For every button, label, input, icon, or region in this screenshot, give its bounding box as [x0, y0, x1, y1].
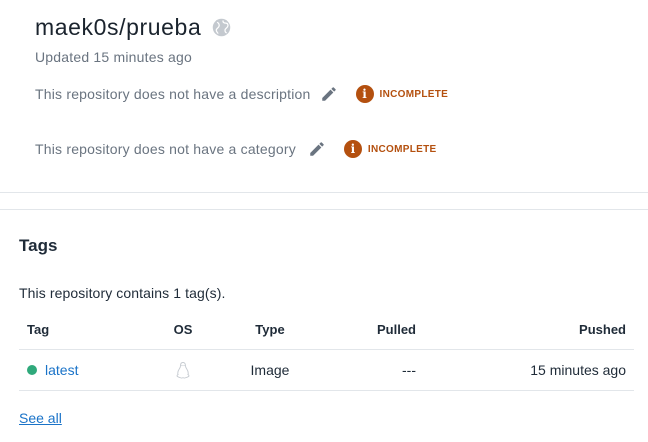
description-label: This repository does not have a descript… [35, 86, 311, 102]
repo-name: maek0s/prueba [35, 14, 202, 40]
column-header-pulled: Pulled [376, 322, 416, 337]
info-icon: i [343, 140, 362, 158]
divider [0, 192, 648, 193]
info-icon: i [355, 85, 374, 103]
type-cell: Image [250, 362, 290, 378]
repo-title: maek0s/prueba [35, 14, 232, 41]
description-status-text: INCOMPLETE [379, 88, 449, 100]
divider [0, 209, 648, 210]
os-cell [165, 350, 201, 390]
category-status-text: INCOMPLETE [367, 143, 437, 155]
globe-icon [213, 18, 231, 37]
tags-summary: This repository contains 1 tag(s). [19, 285, 226, 301]
pulled-cell: --- [402, 362, 416, 378]
see-all-link[interactable]: See all [19, 410, 62, 426]
table-header-row: Tag OS Type Pulled Pushed [19, 310, 634, 350]
table-row: latest Image --- 15 minutes ago [19, 350, 634, 391]
edit-description-icon[interactable] [320, 85, 338, 103]
category-status-badge: i INCOMPLETE [343, 140, 437, 158]
column-header-tag: Tag [27, 322, 50, 337]
linux-icon [176, 362, 190, 379]
column-header-pushed: Pushed [579, 322, 626, 337]
updated-timestamp: Updated 15 minutes ago [35, 49, 192, 65]
tags-table: Tag OS Type Pulled Pushed latest Image -… [19, 310, 634, 391]
description-status-badge: i INCOMPLETE [355, 85, 449, 103]
pushed-cell: 15 minutes ago [530, 362, 626, 378]
tag-cell: latest [27, 350, 78, 390]
description-row: This repository does not have a descript… [35, 85, 448, 103]
column-header-os: OS [173, 322, 193, 337]
category-label: This repository does not have a category [35, 141, 296, 157]
column-header-type: Type [255, 322, 285, 337]
tag-status-dot [27, 365, 37, 375]
edit-category-icon[interactable] [308, 140, 326, 158]
tag-link[interactable]: latest [45, 362, 78, 378]
category-row: This repository does not have a category… [35, 140, 436, 158]
tags-section-title: Tags [19, 236, 58, 255]
